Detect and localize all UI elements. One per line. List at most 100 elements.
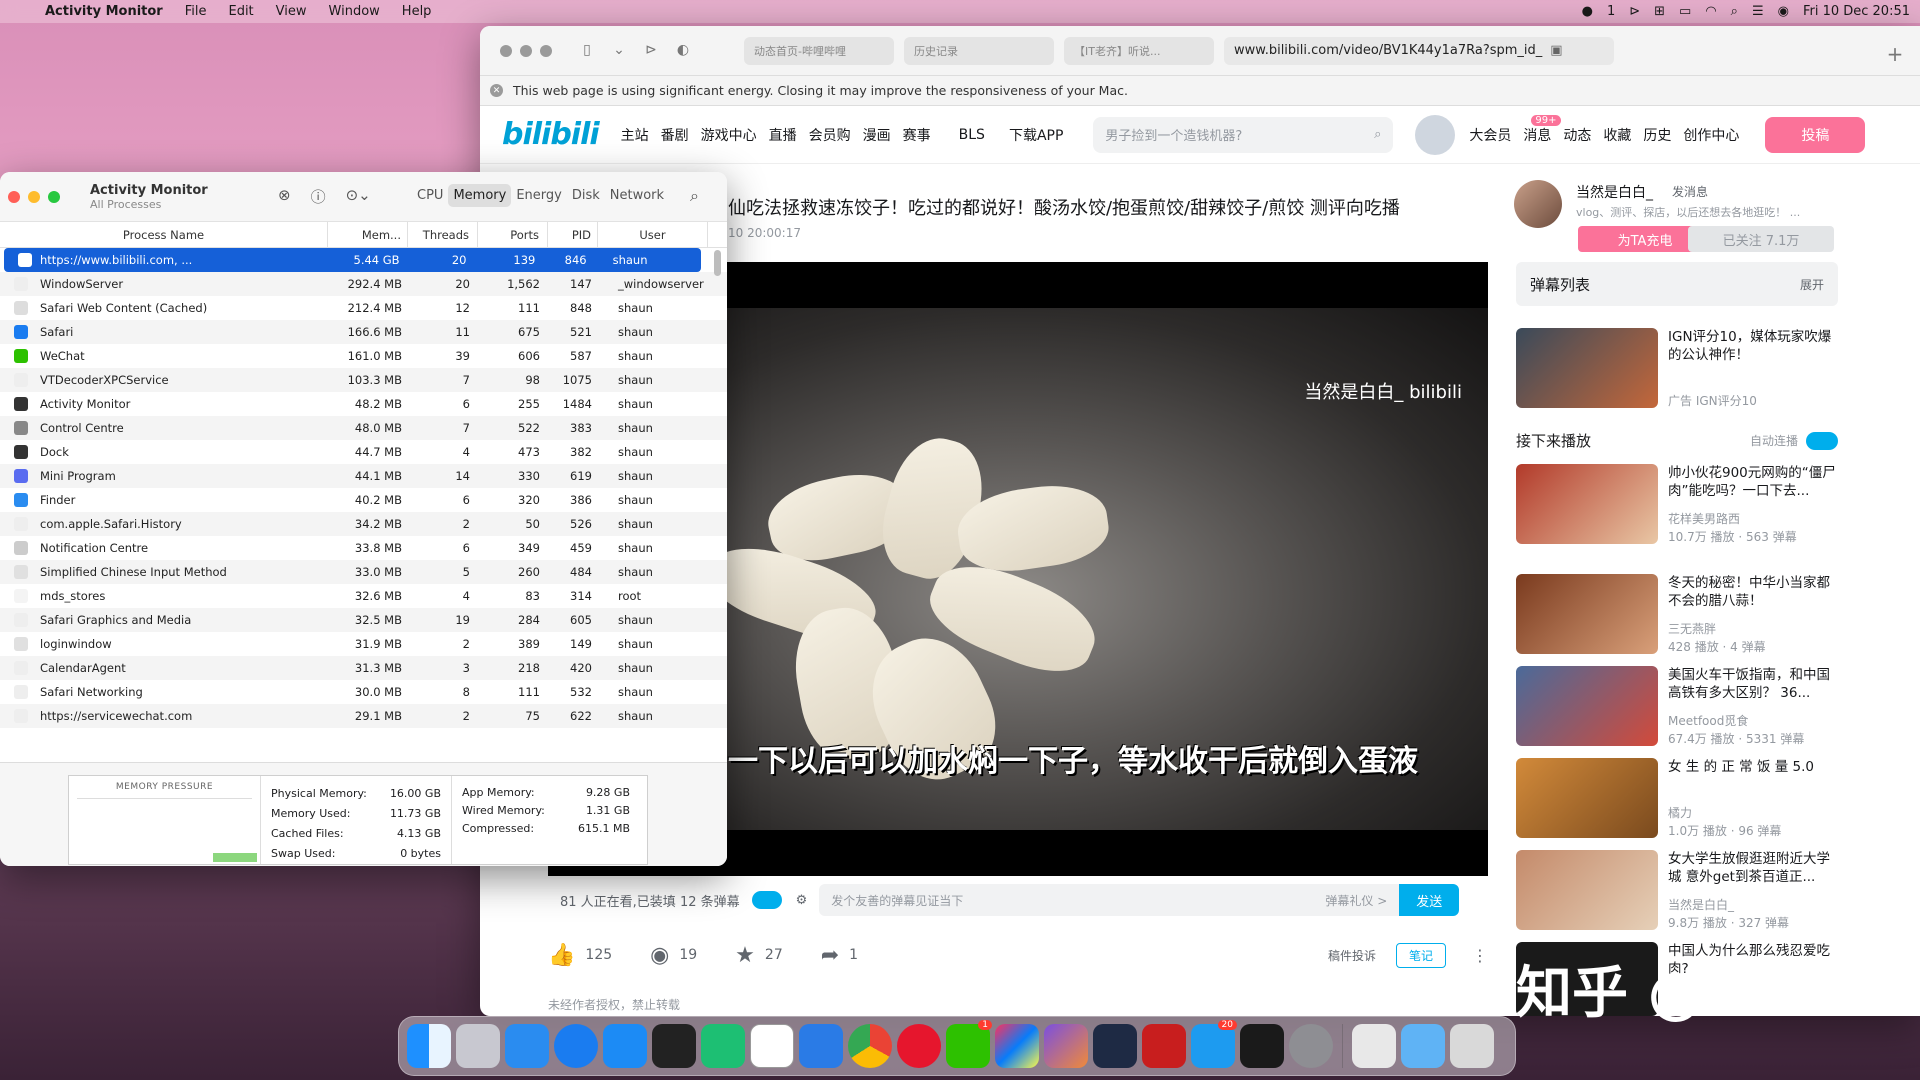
avatar[interactable] <box>1415 114 1456 155</box>
rec-thumbnail[interactable] <box>1516 464 1658 544</box>
input-method-icon[interactable]: ⊞ <box>1654 4 1665 19</box>
netease-music-icon[interactable] <box>897 1024 941 1068</box>
clock[interactable]: Fri 10 Dec 20:51 <box>1803 4 1910 19</box>
table-row[interactable]: WindowServer 292.4 MB 20 1,562 147 _windowser… <box>0 272 727 296</box>
menu-help[interactable]: Help <box>391 4 443 19</box>
nav-vip[interactable]: 大会员 <box>1469 125 1511 145</box>
tab-memory[interactable]: Memory <box>448 184 512 207</box>
nav-anime[interactable]: 番剧 <box>661 125 689 145</box>
col-process-name[interactable]: Process Name <box>0 221 328 248</box>
wechat-icon[interactable]: 1 <box>946 1020 992 1068</box>
shield-icon[interactable]: ◐ <box>672 42 694 60</box>
search-input[interactable]: 男子捡到一个造钱机器? ⌕ <box>1093 116 1394 153</box>
nav-main[interactable]: 主站 <box>621 125 649 145</box>
bilibili-logo[interactable]: bilibili <box>502 117 600 152</box>
search-icon[interactable]: ⌕ <box>690 186 699 206</box>
app-store-icon[interactable] <box>603 1024 647 1068</box>
feishu-icon[interactable] <box>799 1024 843 1068</box>
wifi-icon[interactable]: ◠ <box>1705 4 1716 19</box>
table-row[interactable]: Safari Graphics and Media 32.5 MB 19 284 605… <box>0 608 727 632</box>
nav-games[interactable]: 游戏中心 <box>701 125 757 145</box>
preview-icon[interactable] <box>1352 1024 1396 1068</box>
spotlight-icon[interactable]: ⌕ <box>1731 4 1738 19</box>
send-message-link[interactable]: 发消息 <box>1672 183 1708 200</box>
terminal-icon[interactable] <box>652 1024 696 1068</box>
minimize-button[interactable] <box>520 44 532 57</box>
nav-esports[interactable]: 赛事 <box>903 125 931 145</box>
danmaku-etiquette-link[interactable]: 弹幕礼仪 > <box>1325 892 1387 909</box>
launchpad-icon[interactable] <box>456 1024 500 1068</box>
close-button[interactable] <box>500 44 512 57</box>
more-icon[interactable]: ⋮ <box>1472 946 1488 965</box>
col-pid[interactable]: PID <box>548 221 598 248</box>
filezilla-icon[interactable] <box>1142 1024 1186 1068</box>
rec-thumbnail[interactable] <box>1516 666 1658 746</box>
share-button[interactable]: ➦ 1 <box>821 943 858 968</box>
tab-energy[interactable]: Energy <box>511 184 567 207</box>
nav-live[interactable]: 直播 <box>769 125 797 145</box>
info-icon[interactable]: ⓘ <box>311 186 326 207</box>
activity-monitor-icon[interactable] <box>1240 1024 1284 1068</box>
menu-file[interactable]: File <box>174 4 218 19</box>
close-warning-icon[interactable]: ✕ <box>490 84 503 97</box>
favorite-button[interactable]: ★ 27 <box>735 943 783 968</box>
intellij-icon[interactable] <box>995 1024 1039 1068</box>
up-name[interactable]: 当然是白白_ <box>1576 182 1653 202</box>
table-row[interactable]: Notification Centre 33.8 MB 6 349 459 shaun <box>0 536 727 560</box>
more-actions-icon[interactable]: ⊙⌄ <box>346 186 371 207</box>
tab-network[interactable]: Network <box>605 184 669 207</box>
nav-bls[interactable]: BLS <box>959 127 985 143</box>
folder-icon[interactable] <box>1401 1024 1445 1068</box>
nav-messages[interactable]: 99+ 消息 <box>1523 114 1561 145</box>
menu-window[interactable]: Window <box>318 4 391 19</box>
table-row[interactable]: com.apple.Safari.History 34.2 MB 2 50 526 sha… <box>0 512 727 536</box>
address-bar[interactable]: www.bilibili.com/video/BV1K44y1a7Ra?spm_… <box>1224 36 1614 65</box>
nav-shop[interactable]: 会员购 <box>809 125 851 145</box>
table-row[interactable]: CalendarAgent 31.3 MB 3 218 420 shaun <box>0 656 727 680</box>
stop-process-icon[interactable]: ⊗ <box>278 186 291 207</box>
expand-link[interactable]: 展开 <box>1800 276 1824 293</box>
rec-item[interactable]: 冬天的秘密！中华小当家都不会的腊八蒜！ 三无燕胖 428 播放 · 4 弹幕 <box>1516 574 1838 654</box>
rec-thumbnail[interactable] <box>1516 758 1658 838</box>
chevron-down-icon[interactable]: ⌄ <box>608 42 630 60</box>
rec-thumbnail[interactable] <box>1516 328 1658 408</box>
numbers-icon[interactable] <box>701 1024 745 1068</box>
table-row[interactable]: https://www.bilibili.com, ... 5.44 GB 20 13… <box>4 248 701 272</box>
menu-edit[interactable]: Edit <box>217 4 264 19</box>
col-threads[interactable]: Threads <box>408 221 478 248</box>
wechat-status-icon[interactable]: ● <box>1582 4 1593 19</box>
table-row[interactable]: mds_stores 32.6 MB 4 83 314 root <box>0 584 727 608</box>
battery-icon[interactable]: ▭ <box>1679 4 1691 19</box>
table-row[interactable]: loginwindow 31.9 MB 2 389 149 shaun <box>0 632 727 656</box>
tab-it-laoqi[interactable]: 【IT老齐】听说... <box>1064 36 1214 65</box>
rec-thumbnail[interactable] <box>1516 574 1658 654</box>
danmaku-settings-icon[interactable]: ⚙ <box>796 893 808 908</box>
system-preferences-icon[interactable] <box>1289 1024 1333 1068</box>
danmaku-input[interactable]: 发个友善的弹幕见证当下 弹幕礼仪 > <box>819 884 1400 916</box>
table-row[interactable]: Activity Monitor 48.2 MB 6 255 1484 shaun <box>0 392 727 416</box>
safari-icon[interactable] <box>554 1024 598 1068</box>
upload-button[interactable]: 投稿 <box>1765 116 1866 153</box>
nav-favorites[interactable]: 收藏 <box>1603 125 1631 145</box>
rec-thumbnail[interactable] <box>1516 850 1658 930</box>
send-danmaku-button[interactable]: 发送 <box>1399 884 1460 916</box>
table-row[interactable]: Finder 40.2 MB 6 320 386 shaun <box>0 488 727 512</box>
table-row[interactable]: VTDecoderXPCService 103.3 MB 7 98 1075 shaun <box>0 368 727 392</box>
search-icon[interactable]: ⌕ <box>1374 127 1381 142</box>
report-link[interactable]: 稿件投诉 <box>1328 947 1376 964</box>
nav-manga[interactable]: 漫画 <box>863 125 891 145</box>
danmaku-toggle[interactable] <box>751 891 782 909</box>
tab-bilibili-dynamic[interactable]: 动态首页-哔哩哔哩 <box>744 36 894 65</box>
danmaku-list[interactable]: 弹幕列表 展开 <box>1516 262 1838 306</box>
trash-icon[interactable] <box>1450 1024 1494 1068</box>
nav-creator[interactable]: 创作中心 <box>1683 125 1739 145</box>
col-user[interactable]: User <box>598 221 708 248</box>
scrollbar[interactable] <box>714 250 721 276</box>
table-row[interactable]: WeChat 161.0 MB 39 606 587 shaun <box>0 344 727 368</box>
menu-app-name[interactable]: Activity Monitor <box>34 4 174 19</box>
rec-item[interactable]: 女 生 的 正 常 饭 量 5.0 橘力 1.0万 播放 · 96 弹幕 <box>1516 758 1838 838</box>
control-centre-icon[interactable]: ☰ <box>1752 4 1764 19</box>
notion-icon[interactable] <box>750 1024 794 1068</box>
close-button[interactable] <box>8 190 20 203</box>
nav-dynamic[interactable]: 动态 <box>1563 125 1591 145</box>
